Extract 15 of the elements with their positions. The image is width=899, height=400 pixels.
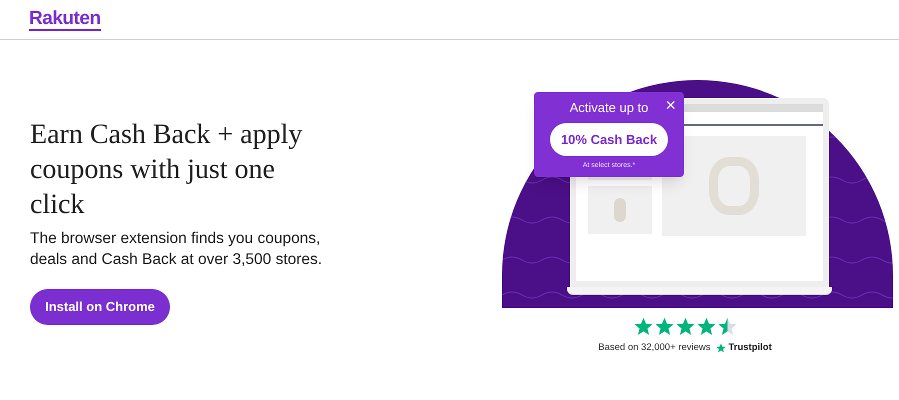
hero-description: The browser extension finds you coupons, deals and Cash Back at over 3,500 stores. xyxy=(30,229,324,270)
hero-heading: Earn Cash Back + apply coupons with just one click xyxy=(30,118,304,222)
trustpilot-brand: Trustpilot xyxy=(728,341,772,355)
star-icon xyxy=(696,317,716,336)
star-icon xyxy=(716,343,726,354)
star-icon xyxy=(718,317,736,336)
star-icon xyxy=(634,317,652,336)
install-button[interactable]: Install on Chrome xyxy=(30,289,170,325)
star-icon xyxy=(676,317,694,336)
review-count: Based on 32,000+ reviews xyxy=(598,341,710,355)
cash-back-offer: 10% Cash Back xyxy=(550,123,668,156)
popup-title: Activate up to xyxy=(570,100,648,116)
close-icon[interactable]: × xyxy=(665,95,676,115)
logo[interactable]: Rakuten xyxy=(29,8,101,30)
star-icon xyxy=(654,317,674,336)
